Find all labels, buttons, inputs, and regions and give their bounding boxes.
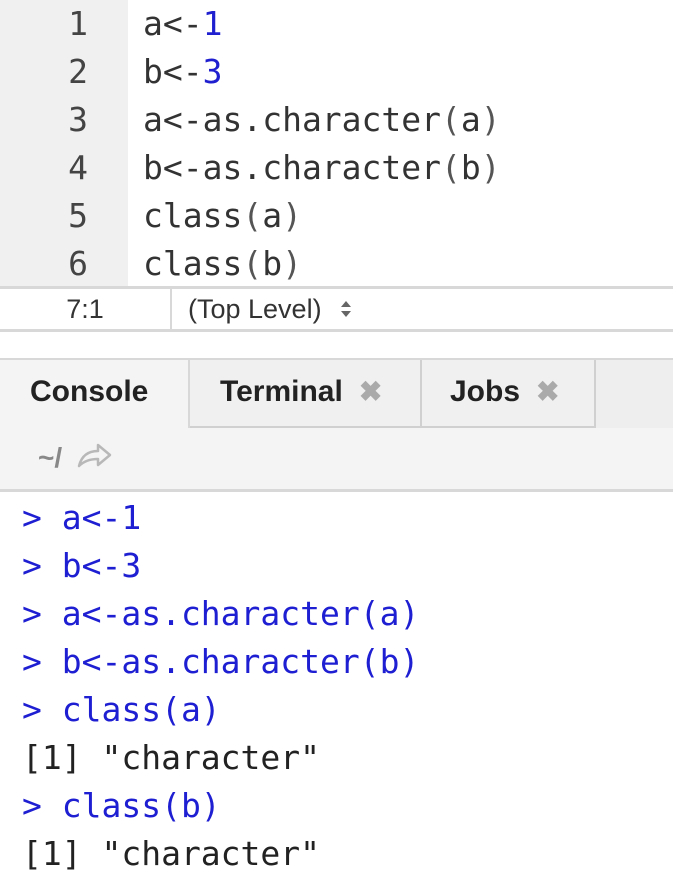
paren-token: (: [242, 196, 263, 235]
tab-jobs[interactable]: Jobs ✖: [422, 360, 596, 428]
scope-selector[interactable]: (Top Level): [188, 289, 353, 329]
code-token: a<-as.character: [143, 100, 442, 139]
code-token: b: [460, 148, 481, 187]
code-text[interactable]: a<-1: [143, 0, 222, 48]
code-token: a<-: [143, 4, 203, 43]
console-output-line: [1] "character": [22, 834, 321, 873]
paren-token: ): [480, 100, 501, 139]
console-input-line: > a<-as.character(a): [22, 594, 420, 633]
paren-token: ): [480, 148, 501, 187]
code-token: b<-: [143, 52, 203, 91]
tab-label: Jobs: [450, 375, 521, 408]
code-token: b<-as.character: [143, 148, 442, 187]
paren-token: (: [441, 148, 461, 187]
console-input-line: > b<-as.character(b): [22, 642, 420, 681]
editor-line[interactable]: 5 class(a): [0, 192, 673, 240]
number-token: 1: [202, 4, 223, 43]
number-token: 3: [202, 52, 223, 91]
line-number: 5: [68, 196, 88, 235]
scope-label: (Top Level): [188, 294, 322, 324]
console-output[interactable]: > a<-1 > b<-3 > a<-as.character(a) > b<-…: [0, 492, 673, 878]
updown-chevron-icon: [339, 291, 353, 331]
console-input-line: > class(b): [22, 786, 221, 825]
console-input-line: > b<-3: [22, 546, 142, 585]
cursor-position: 7:1: [0, 289, 172, 329]
code-token: class: [143, 196, 243, 235]
line-number: 2: [68, 52, 88, 91]
code-token: class: [143, 244, 243, 283]
line-number: 6: [68, 244, 88, 283]
code-token: a: [262, 196, 283, 235]
code-text[interactable]: class(a): [143, 192, 302, 240]
tab-console[interactable]: Console: [0, 360, 190, 428]
tab-label: Console: [30, 375, 149, 408]
code-token: b: [262, 244, 283, 283]
code-token: a: [460, 100, 481, 139]
paren-token: (: [441, 100, 461, 139]
paren-token: ): [282, 244, 302, 283]
line-number: 1: [68, 4, 88, 43]
line-number: 4: [68, 148, 88, 187]
editor-line[interactable]: 4 b<-as.character(b): [0, 144, 673, 192]
code-editor[interactable]: 1 a<-1 2 b<-3 3 a<-as.character(a) 4 b<-…: [0, 0, 673, 286]
forward-arrow-icon[interactable]: [76, 440, 114, 477]
editor-line[interactable]: 2 b<-3: [0, 48, 673, 96]
editor-status-bar: 7:1 (Top Level): [0, 286, 673, 332]
pane-divider: [0, 332, 673, 358]
console-tab-bar: Console Terminal ✖ Jobs ✖: [0, 358, 673, 428]
code-text[interactable]: class(b): [143, 240, 302, 288]
editor-line[interactable]: 1 a<-1: [0, 0, 673, 48]
working-directory-path[interactable]: ~/: [38, 442, 62, 474]
editor-line[interactable]: 6 class(b): [0, 240, 673, 288]
close-icon[interactable]: ✖: [536, 376, 559, 407]
code-text[interactable]: a<-as.character(a): [143, 96, 501, 144]
console-output-line: [1] "character": [22, 738, 321, 777]
code-text[interactable]: b<-3: [143, 48, 222, 96]
line-number: 3: [68, 100, 88, 139]
console-input-line: > a<-1: [22, 498, 142, 537]
close-icon[interactable]: ✖: [359, 376, 382, 407]
paren-token: (: [242, 244, 263, 283]
console-input-line: > class(a): [22, 690, 221, 729]
tab-terminal[interactable]: Terminal ✖: [190, 360, 422, 428]
editor-line[interactable]: 3 a<-as.character(a): [0, 96, 673, 144]
working-directory-bar: ~/: [0, 428, 673, 492]
tab-label: Terminal: [220, 375, 343, 408]
code-text[interactable]: b<-as.character(b): [143, 144, 501, 192]
paren-token: ): [282, 196, 302, 235]
